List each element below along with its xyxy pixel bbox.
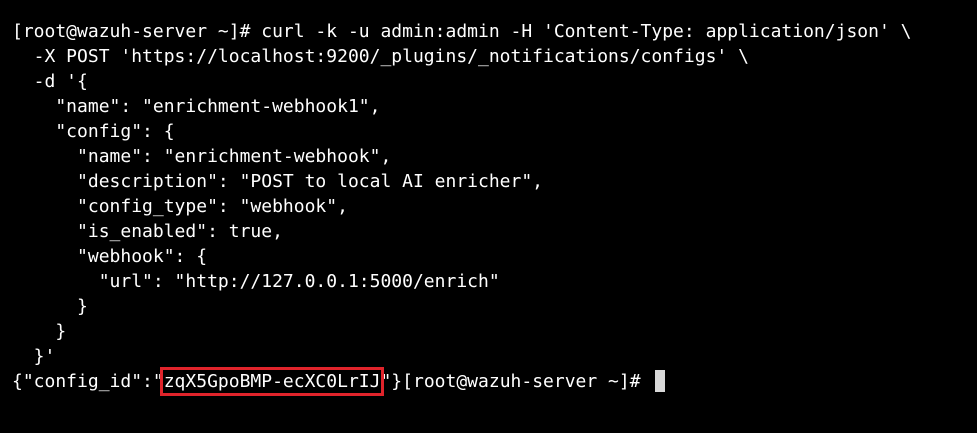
terminal-line-data-start: -d '{ <box>12 71 88 92</box>
terminal-line-config-close: } <box>12 321 67 342</box>
terminal-line-webhook-close: } <box>12 296 88 317</box>
terminal-output-line: {"config_id":"zqX5GpoBMP-ecXC0LrIJ"}[roo… <box>12 367 666 396</box>
terminal-window[interactable]: [root@wazuh-server ~]# curl -k -u admin:… <box>0 0 977 433</box>
terminal-line-config-open: "config": { <box>12 121 175 142</box>
terminal-line-config-type: "config_type": "webhook", <box>12 196 348 217</box>
terminal-line-command: [root@wazuh-server ~]# curl -k -u admin:… <box>12 21 912 42</box>
terminal-line-name: "name": "enrichment-webhook1", <box>12 96 381 117</box>
terminal-cursor[interactable] <box>655 370 666 392</box>
output-prefix: {"config_id":" <box>12 371 164 392</box>
terminal-line-is-enabled: "is_enabled": true, <box>12 221 283 242</box>
shell-prompt: [root@wazuh-server ~]# <box>402 371 652 392</box>
terminal-line-description: "description": "POST to local AI enriche… <box>12 171 544 192</box>
terminal-line-data-end: }' <box>12 346 56 367</box>
output-suffix: "} <box>380 371 403 392</box>
terminal-line-webhook-open: "webhook": { <box>12 246 208 267</box>
terminal-line-config-name: "name": "enrichment-webhook", <box>12 146 392 167</box>
terminal-line-request-url: -X POST 'https://localhost:9200/_plugins… <box>12 46 749 67</box>
terminal-line-webhook-url: "url": "http://127.0.0.1:5000/enrich" <box>12 271 500 292</box>
config-id-highlight: zqX5GpoBMP-ecXC0LrIJ <box>159 367 385 396</box>
